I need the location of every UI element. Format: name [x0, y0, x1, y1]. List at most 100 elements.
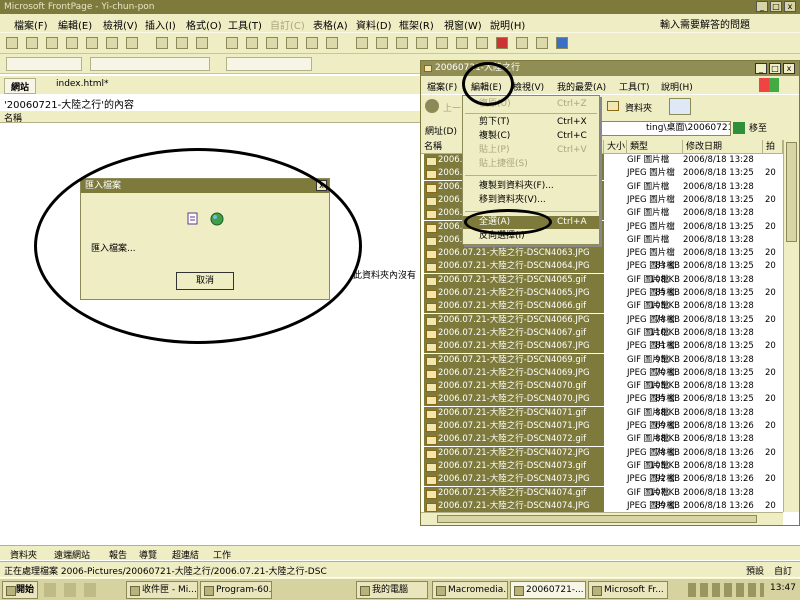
explorer-menu-view[interactable]: 檢視(V): [513, 80, 544, 93]
menu-edit[interactable]: 編輯(E): [58, 17, 92, 32]
layers-icon[interactable]: [126, 37, 138, 49]
format-painter-icon[interactable]: [286, 37, 298, 49]
menu-window[interactable]: 視窗(W): [444, 17, 482, 32]
taskbar-item-program[interactable]: Program-60...: [200, 581, 272, 599]
save-icon[interactable]: [46, 37, 58, 49]
web-component-icon[interactable]: [356, 37, 368, 49]
menu-data[interactable]: 資料(D): [356, 17, 392, 32]
maximize-button[interactable]: □: [769, 63, 781, 74]
view-reports[interactable]: 報告: [109, 548, 127, 561]
file-row[interactable]: 2006.07.21-大陸之行-DSCN4067.gif 110 KB GIF 圖片…: [421, 326, 783, 340]
drawing-icon[interactable]: [436, 37, 448, 49]
go-arrow-icon[interactable]: [733, 122, 745, 134]
stop-icon[interactable]: [496, 37, 508, 49]
taskbar-item-explorer[interactable]: 20060721-...: [510, 581, 586, 599]
file-row[interactable]: 2006.07.21-大陸之行-DSCN4069.JPG 70 KB JPEG 圖片…: [421, 366, 783, 380]
menu-item-paste[interactable]: 貼上(P) Ctrl+V: [463, 144, 599, 157]
file-row[interactable]: 2006.07.21-大陸之行-DSCN4066.JPG 78 KB JPEG 圖片…: [421, 313, 783, 327]
show-all-icon[interactable]: [516, 37, 528, 49]
taskbar-item-frontpage[interactable]: Microsoft Fr...: [588, 581, 668, 599]
font-combo[interactable]: [90, 57, 210, 71]
views-icon[interactable]: [669, 98, 691, 115]
system-tray-icons[interactable]: [688, 583, 764, 597]
file-row[interactable]: 2006.07.21-大陸之行-DSCN4065.JPG 85 KB JPEG 圖片…: [421, 287, 783, 300]
explorer-menu-favorites[interactable]: 我的最愛(A): [557, 80, 606, 93]
help-icon[interactable]: [556, 37, 568, 49]
open-icon[interactable]: [26, 37, 38, 49]
file-row[interactable]: 2006.07.21-大陸之行-DSCN4073.JPG 92 KB JPEG 圖片…: [421, 473, 783, 487]
explorer-menu-file[interactable]: 檔案(F): [427, 80, 457, 93]
scroll-thumb[interactable]: [786, 142, 797, 242]
back-button-label[interactable]: 上一: [443, 101, 461, 114]
menu-custom[interactable]: 自訂(C): [270, 17, 305, 32]
cut-icon[interactable]: [226, 37, 238, 49]
menu-item-move-to-folder[interactable]: 移到資料夾(V)...: [463, 194, 599, 207]
taskbar-item-my-computer[interactable]: 我的電腦: [356, 581, 428, 599]
vertical-scrollbar[interactable]: [783, 140, 799, 512]
start-button[interactable]: 開始: [2, 581, 38, 599]
menu-item-copy-to-folder[interactable]: 複製到資料夾(F)...: [463, 180, 599, 193]
file-row[interactable]: 2006.07.21-大陸之行-DSCN4065.gif 108 KB GIF 圖片…: [421, 273, 783, 287]
file-row[interactable]: 2006.07.21-大陸之行-DSCN4070.JPG 85 KB JPEG 圖片…: [421, 393, 783, 407]
file-row[interactable]: 2006.07.21-大陸之行-DSCN4063.JPG JPEG 圖片檔 2006…: [421, 247, 783, 261]
name-column-header[interactable]: 名稱: [0, 111, 420, 124]
column-taken[interactable]: 拍: [763, 140, 783, 154]
view-navigation[interactable]: 導覽: [139, 548, 157, 561]
anchor-icon[interactable]: [536, 37, 548, 49]
style-combo[interactable]: [6, 57, 82, 71]
menu-table[interactable]: 表格(A): [313, 17, 348, 32]
view-hyperlinks[interactable]: 超連結: [172, 548, 199, 561]
folder-icon[interactable]: [106, 37, 118, 49]
taskbar-item-inbox[interactable]: 收件匣 - Mi...: [126, 581, 198, 599]
minimize-button[interactable]: _: [755, 63, 767, 74]
print-icon[interactable]: [156, 37, 168, 49]
maximize-button[interactable]: □: [770, 1, 782, 12]
folders-button[interactable]: 資料夾: [625, 101, 652, 114]
file-row[interactable]: 2006.07.21-大陸之行-DSCN4072.JPG 78 KB JPEG 圖片…: [421, 446, 783, 460]
file-row[interactable]: 2006.07.21-大陸之行-DSCN4074.gif 107 KB GIF 圖片…: [421, 486, 783, 500]
close-button[interactable]: x: [784, 1, 796, 12]
redo-icon[interactable]: [326, 37, 338, 49]
column-size[interactable]: 大小: [604, 140, 627, 154]
menu-item-copy[interactable]: 複製(C) Ctrl+C: [463, 130, 599, 143]
menu-help[interactable]: 說明(H): [490, 17, 525, 32]
spelling-icon[interactable]: [196, 37, 208, 49]
tab-index-html[interactable]: index.html*: [50, 78, 114, 94]
menu-format[interactable]: 格式(O): [186, 17, 222, 32]
explorer-menu-help[interactable]: 說明(H): [661, 80, 693, 93]
publish-icon[interactable]: [66, 37, 78, 49]
insert-picture-icon[interactable]: [416, 37, 428, 49]
new-icon[interactable]: [6, 37, 18, 49]
refresh-icon[interactable]: [476, 37, 488, 49]
menu-file[interactable]: 檔案(F): [14, 17, 48, 32]
menu-insert[interactable]: 插入(I): [145, 17, 176, 32]
taskbar-item-macromedia[interactable]: Macromedia...: [432, 581, 508, 599]
file-row[interactable]: 2006.07.21-大陸之行-DSCN4064.JPG 83 KB JPEG 圖片…: [421, 260, 783, 274]
view-tasks[interactable]: 工作: [213, 548, 231, 561]
quick-launch-icons[interactable]: [44, 583, 104, 597]
column-modified[interactable]: 修改日期: [683, 140, 763, 154]
minimize-button[interactable]: _: [756, 1, 768, 12]
copy-icon[interactable]: [246, 37, 258, 49]
size-combo[interactable]: [226, 57, 312, 71]
file-row[interactable]: 2006.07.21-大陸之行-DSCN4069.gif 95 KB GIF 圖片檔…: [421, 353, 783, 367]
menu-item-cut[interactable]: 剪下(T) Ctrl+X: [463, 116, 599, 129]
file-row[interactable]: 2006.07.21-大陸之行-DSCN4072.gif 88 KB GIF 圖片檔…: [421, 433, 783, 447]
view-folders[interactable]: 資料夾: [10, 548, 37, 561]
file-row[interactable]: 2006.07.21-大陸之行-DSCN4067.JPG 81 KB JPEG 圖片…: [421, 340, 783, 354]
file-row[interactable]: 2006.07.21-大陸之行-DSCN4074.JPG 89 KB JPEG 圖片…: [421, 499, 783, 512]
insert-layer-icon[interactable]: [396, 37, 408, 49]
undo-icon[interactable]: [306, 37, 318, 49]
preview-icon[interactable]: [176, 37, 188, 49]
close-button[interactable]: x: [783, 63, 795, 74]
file-row[interactable]: 2006.07.21-大陸之行-DSCN4071.gif 88 KB GIF 圖片檔…: [421, 406, 783, 420]
menu-tools[interactable]: 工具(T): [228, 17, 262, 32]
go-button[interactable]: 移至: [749, 121, 767, 134]
menu-item-paste-shortcut[interactable]: 貼上捷徑(S): [463, 158, 599, 171]
paste-icon[interactable]: [266, 37, 278, 49]
horizontal-scrollbar[interactable]: [421, 512, 783, 525]
menu-view[interactable]: 檢視(V): [103, 17, 138, 32]
menu-frames[interactable]: 框架(R): [399, 17, 434, 32]
help-question-box[interactable]: 輸入需要解答的問題: [660, 16, 750, 31]
file-row[interactable]: 2006.07.21-大陸之行-DSCN4073.gif 105 KB GIF 圖片…: [421, 459, 783, 473]
